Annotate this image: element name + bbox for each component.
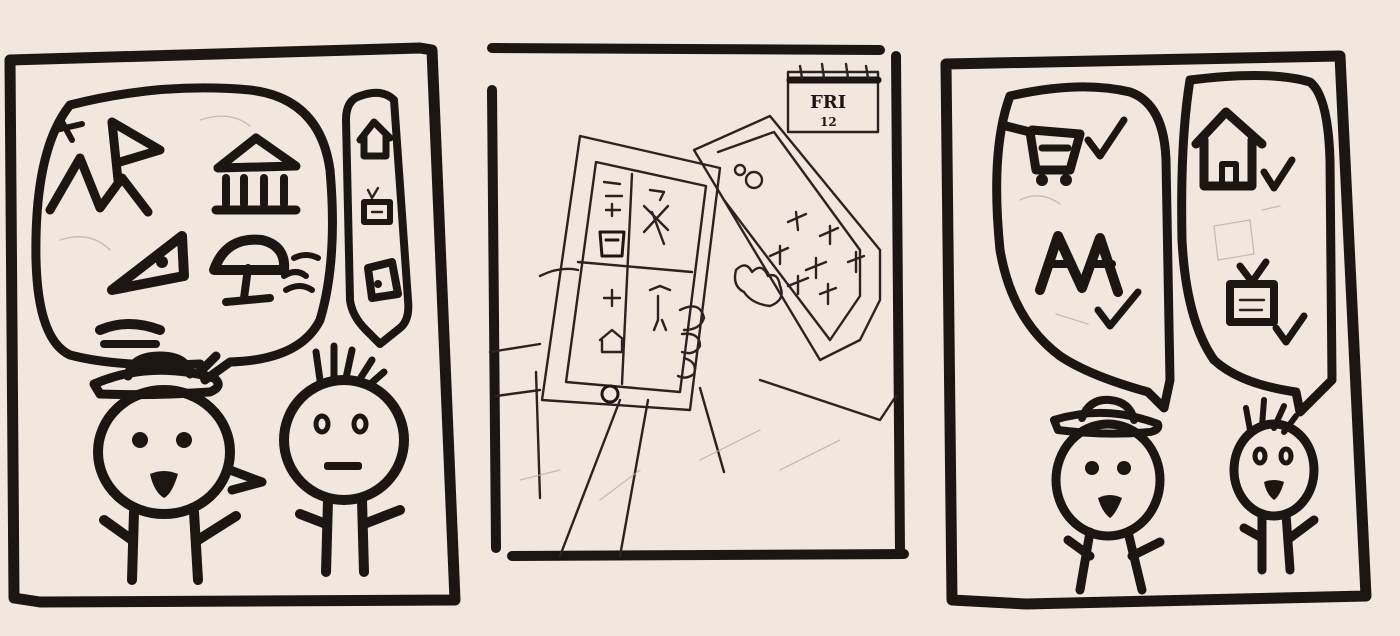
panel-1-phone-bubble bbox=[342, 88, 413, 348]
home-icon-2 bbox=[1191, 107, 1296, 192]
panel-1 bbox=[4, 42, 461, 608]
panel-3-speech-bubble-right bbox=[1177, 70, 1337, 417]
character-with-hat-1 bbox=[89, 351, 267, 585]
calendar-day: FRI bbox=[810, 92, 846, 113]
calendar-date: 12 bbox=[820, 115, 837, 129]
pizza-slice-icon bbox=[107, 231, 189, 295]
tv-icon-2 bbox=[1226, 258, 1308, 346]
calendar-icon: FRI 12 bbox=[786, 62, 882, 134]
panel-2: FRI 12 bbox=[487, 43, 909, 561]
tv-icon bbox=[361, 186, 393, 225]
mountain-flag-icon bbox=[45, 115, 165, 217]
sailboat-icon bbox=[95, 319, 165, 348]
character-spiky-hair-2 bbox=[1229, 397, 1319, 575]
cart-icon bbox=[1001, 116, 1128, 186]
phone-mockup bbox=[538, 134, 722, 412]
panel-3 bbox=[940, 50, 1372, 610]
museum-icon bbox=[211, 133, 301, 215]
panel-3-frame bbox=[940, 50, 1372, 610]
storyboard-drawing: FRI 12 bbox=[4, 42, 1372, 610]
beach-umbrella-icon bbox=[209, 234, 321, 306]
car-icon bbox=[364, 258, 402, 302]
home-icon bbox=[356, 118, 394, 160]
rating-sheet bbox=[692, 114, 882, 362]
storyboard-sheet: FRI 12 bbox=[0, 0, 1400, 636]
mountain-icon bbox=[1035, 231, 1142, 330]
character-with-hat-2 bbox=[1050, 395, 1165, 595]
character-spiky-hair-1 bbox=[279, 342, 409, 577]
